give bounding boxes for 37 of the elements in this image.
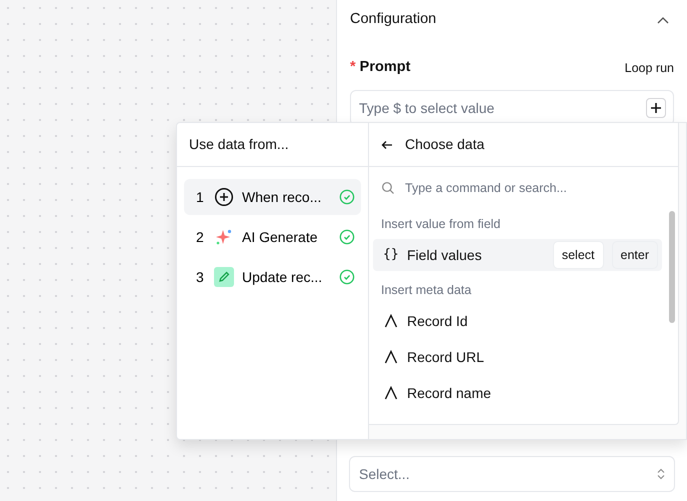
plus-circle-icon [214, 187, 234, 207]
text-type-icon [383, 385, 399, 401]
text-type-icon [383, 313, 399, 329]
step-item[interactable]: 3 Update rec... [184, 259, 361, 295]
key-hint: enter [612, 240, 658, 270]
group-heading: Insert value from field [380, 216, 502, 233]
back-arrow-icon[interactable] [381, 140, 393, 150]
prompt-label: * Prompt [350, 58, 410, 78]
search-icon [381, 181, 395, 195]
plus-icon [650, 102, 662, 114]
key-hint: select [552, 240, 604, 270]
output-type-select[interactable]: Select... [349, 456, 675, 492]
scrollbar-thumb[interactable] [669, 211, 675, 323]
data-title: Choose data [405, 135, 484, 154]
option-label: Record name [407, 384, 492, 402]
required-marker: * [350, 59, 356, 76]
add-value-button[interactable] [646, 98, 666, 118]
step-item[interactable]: 2 AI Generate [184, 219, 361, 255]
text-type-icon [383, 349, 399, 365]
data-option[interactable]: Record Id [373, 305, 662, 337]
step-item[interactable]: 1 When reco... [184, 179, 361, 215]
braces-icon: {} [383, 245, 399, 265]
collapse-chevron-icon[interactable] [656, 14, 670, 26]
data-option[interactable]: Record name [373, 377, 662, 409]
data-option[interactable]: Record URL [373, 341, 662, 373]
loop-run-link[interactable]: Loop run [624, 58, 674, 78]
select-placeholder: Select... [359, 464, 410, 484]
option-label: Field values [407, 246, 483, 264]
source-title: Use data from... [189, 135, 289, 154]
option-label: Record URL [407, 348, 486, 366]
pencil-icon [214, 267, 234, 287]
sort-chevrons-icon [657, 468, 665, 480]
sparkle-icon [214, 227, 234, 247]
panel-title: Configuration [350, 10, 436, 30]
option-label: Record Id [407, 312, 469, 330]
data-option[interactable]: {} Field values select enter [373, 239, 662, 271]
group-heading: Insert meta data [380, 282, 472, 299]
